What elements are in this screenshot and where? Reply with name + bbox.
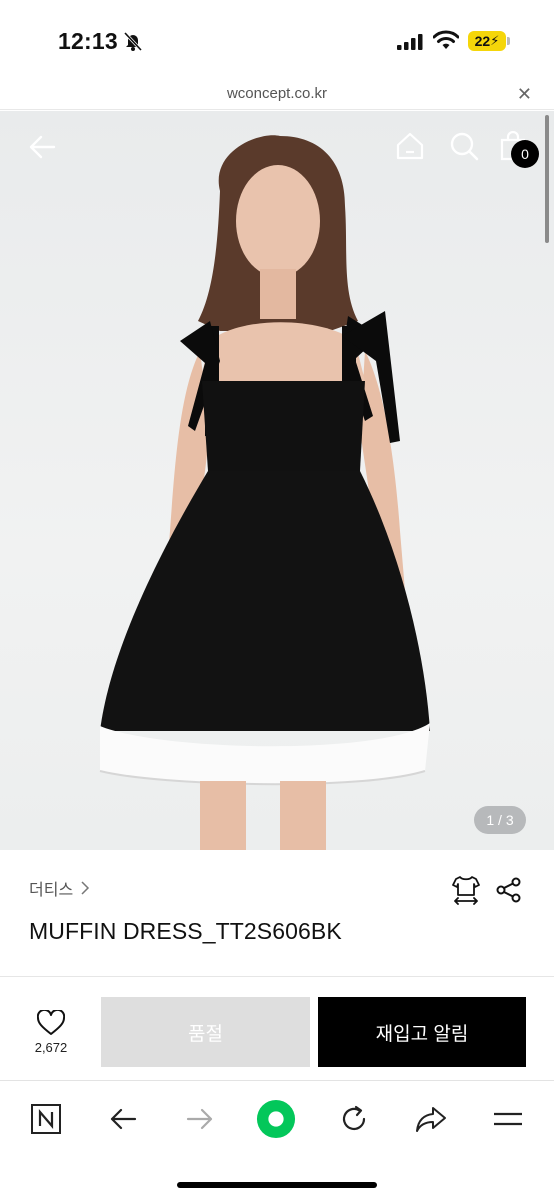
product-photo: [99, 135, 430, 850]
status-bar: 12:13 22 ⚡: [0, 0, 554, 80]
share-icon[interactable]: [496, 877, 522, 903]
browser-forward-icon[interactable]: [180, 1099, 220, 1139]
url-text: wconcept.co.kr: [226, 85, 328, 102]
scrollbar[interactable]: [545, 115, 549, 243]
like-count: 2,672: [34, 1040, 68, 1055]
heart-icon: [37, 1010, 65, 1035]
product-name: MUFFIN DRESS_TT2S606BK: [29, 918, 342, 944]
refresh-icon[interactable]: [334, 1099, 374, 1139]
home-indicator[interactable]: [177, 1182, 377, 1188]
close-icon[interactable]: ✕: [517, 84, 532, 105]
battery-level: 22: [474, 33, 491, 49]
green-dot-icon[interactable]: [256, 1099, 296, 1139]
product-info: 더티스 MUFFIN DRESS_TT2S606BK: [0, 850, 554, 977]
bell-off-icon: [123, 31, 143, 52]
wifi-icon: [433, 30, 459, 49]
naver-n-icon[interactable]: [26, 1099, 66, 1139]
share-arrow-icon[interactable]: [411, 1099, 451, 1139]
battery-tip: [507, 37, 510, 45]
product-image-gallery[interactable]: 0 1 / 3: [0, 111, 554, 850]
restock-alert-button[interactable]: 재입고 알림: [318, 997, 526, 1067]
like-button[interactable]: 2,672: [24, 1010, 78, 1066]
size-guide-icon[interactable]: [452, 875, 480, 905]
signal-icon: [397, 34, 423, 50]
back-arrow-icon[interactable]: [26, 131, 58, 163]
product-top-nav: 0: [0, 111, 554, 181]
brand-name: 더티스: [29, 882, 74, 899]
brand-link[interactable]: 더티스: [29, 876, 91, 900]
status-time: 12:13: [58, 28, 118, 54]
battery-indicator: 22 ⚡: [468, 31, 506, 51]
purchase-action-bar: 2,672 품절 재입고 알림: [0, 978, 554, 1080]
home-icon[interactable]: [395, 131, 425, 161]
menu-icon[interactable]: [488, 1099, 528, 1139]
chevron-right-icon: [81, 881, 90, 895]
browser-back-icon[interactable]: [103, 1099, 143, 1139]
url-bar[interactable]: wconcept.co.kr ✕: [0, 80, 554, 110]
cart-count-badge: 0: [511, 140, 539, 168]
search-icon[interactable]: [449, 131, 479, 161]
sold-out-button[interactable]: 품절: [101, 997, 310, 1067]
image-pager: 1 / 3: [474, 806, 526, 834]
